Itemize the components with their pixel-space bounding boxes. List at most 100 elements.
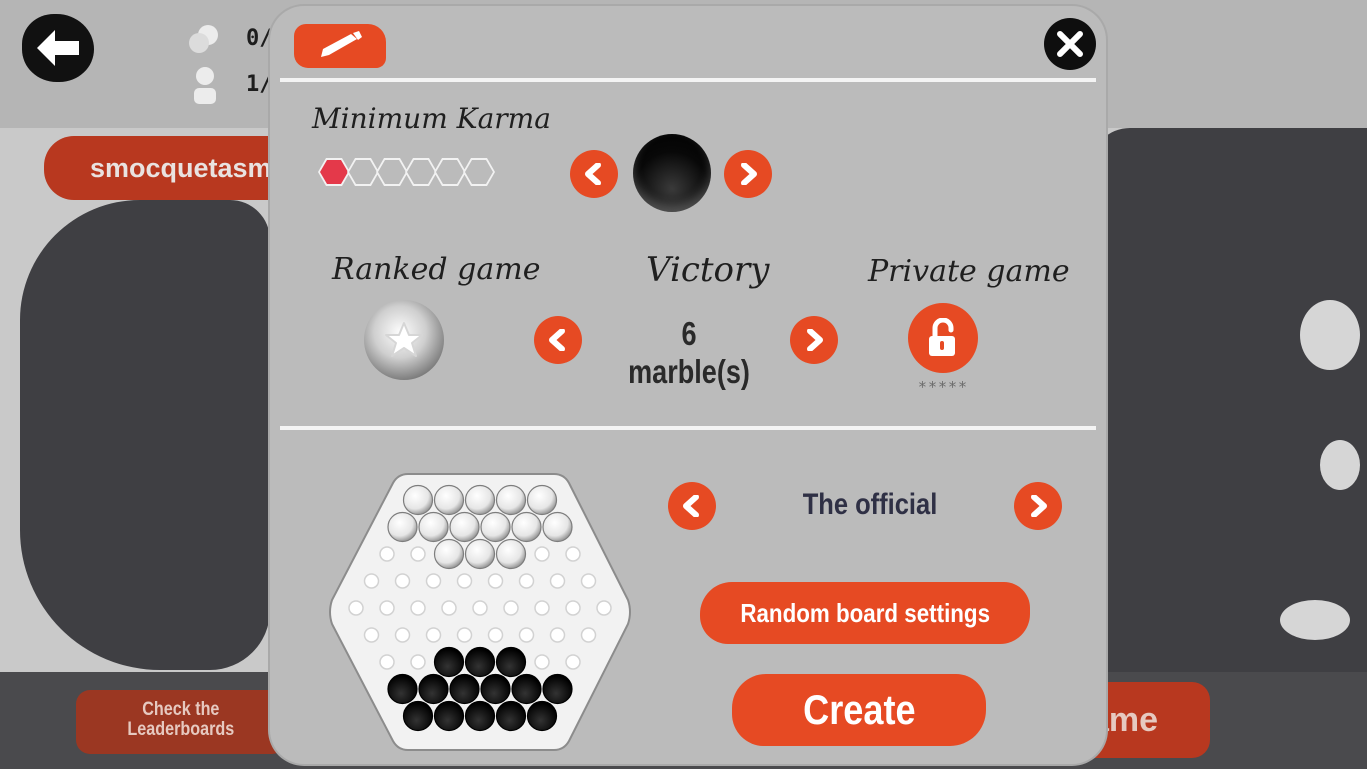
board-hole [518, 573, 535, 589]
marble-color-preview [633, 134, 711, 212]
black-marble [402, 700, 434, 732]
chevron-left-icon [585, 163, 601, 185]
chevron-left-icon [549, 329, 565, 351]
victory-value: 6 marble(s) [628, 315, 750, 390]
black-marble [464, 646, 496, 678]
ranked-game-toggle[interactable] [364, 300, 444, 380]
player-icon [194, 67, 216, 104]
board-hole [549, 573, 566, 589]
board-hole [456, 573, 473, 589]
karma-hex[interactable] [318, 158, 350, 186]
black-marble [526, 700, 558, 732]
random-board-settings-label: Random board settings [740, 598, 990, 628]
black-marble [387, 673, 418, 705]
white-marble [449, 511, 480, 543]
board-next-button[interactable] [1014, 482, 1062, 530]
marble-next-button[interactable] [724, 150, 772, 198]
private-game-toggle[interactable] [908, 303, 978, 373]
board-hole [363, 573, 380, 589]
back-arrow-icon [37, 30, 79, 66]
board-hole [379, 546, 395, 562]
board-hole [487, 627, 504, 643]
create-game-dialog: Minimum Karma Ranked game Victory 6 marb… [270, 6, 1106, 764]
close-button[interactable] [1044, 18, 1096, 70]
top-divider [280, 78, 1096, 82]
marbles-icon [189, 25, 218, 53]
board-hole [410, 600, 426, 616]
board-hole [394, 573, 411, 589]
victory-next-button[interactable] [790, 316, 838, 364]
victory-label: Victory [646, 250, 770, 290]
background-dark-left [20, 200, 270, 670]
board-hole [441, 600, 457, 616]
ranked-game-label: Ranked game [332, 252, 541, 287]
board-hole [518, 627, 535, 643]
board-hole [565, 546, 581, 562]
white-marble [433, 538, 465, 570]
background-splash [1300, 300, 1360, 370]
random-board-settings-button[interactable]: Random board settings [700, 582, 1030, 644]
board-hole [534, 600, 550, 616]
check-leaderboards-button[interactable]: Check the Leaderboards [76, 690, 286, 754]
victory-prev-button[interactable] [534, 316, 582, 364]
pencil-icon [321, 31, 362, 57]
white-marble [542, 511, 573, 543]
edit-button[interactable] [294, 24, 386, 68]
board-hole [410, 654, 426, 670]
board-hole [363, 627, 380, 643]
board-prev-button[interactable] [668, 482, 716, 530]
back-button[interactable] [22, 14, 94, 82]
white-marble [387, 511, 418, 543]
chevron-right-icon [741, 163, 757, 185]
create-button[interactable]: Create [732, 674, 986, 746]
black-marble [433, 700, 465, 732]
black-marble [480, 673, 511, 705]
board-hole [565, 654, 581, 670]
marble-prev-button[interactable] [570, 150, 618, 198]
karma-hex[interactable] [405, 158, 437, 186]
karma-hex[interactable] [376, 158, 408, 186]
background-splash [1280, 600, 1350, 640]
karma-hex[interactable] [463, 158, 495, 186]
board-hole [394, 627, 411, 643]
karma-hex[interactable] [434, 158, 466, 186]
board-hole [580, 573, 597, 589]
close-icon [1057, 31, 1083, 57]
white-marble [464, 538, 496, 570]
board-name: The official [802, 488, 938, 521]
black-marble [495, 646, 527, 678]
board-hole [596, 600, 612, 616]
white-marble [526, 484, 558, 516]
black-marble [433, 646, 465, 678]
white-marble [495, 538, 527, 570]
chevron-left-icon [683, 495, 699, 517]
background-splash [1320, 440, 1360, 490]
board-hole [549, 627, 566, 643]
create-label: Create [802, 686, 916, 733]
black-marble [542, 673, 573, 705]
board-hole [534, 654, 550, 670]
white-marble [480, 511, 511, 543]
karma-hex[interactable] [347, 158, 379, 186]
unlocked-padlock-icon [929, 318, 955, 356]
check-leaderboards-label: Check the Leaderboards [127, 699, 235, 740]
board-hole [503, 600, 519, 616]
private-game-label: Private game [868, 254, 1070, 289]
board-hole [456, 627, 473, 643]
white-marble [495, 484, 527, 516]
chevron-right-icon [807, 329, 823, 351]
board-hole [487, 573, 504, 589]
board-hole [472, 600, 488, 616]
password-mask: ***** [917, 378, 969, 396]
board-preview[interactable] [328, 472, 632, 752]
chevron-right-icon [1031, 495, 1047, 517]
board-hole [379, 654, 395, 670]
karma-rating[interactable] [318, 158, 495, 186]
white-marble [418, 511, 449, 543]
board-hole [379, 600, 395, 616]
star-icon [385, 322, 423, 357]
board-hole [565, 600, 581, 616]
white-marble [433, 484, 465, 516]
board-hole [348, 600, 364, 616]
black-marble [511, 673, 542, 705]
